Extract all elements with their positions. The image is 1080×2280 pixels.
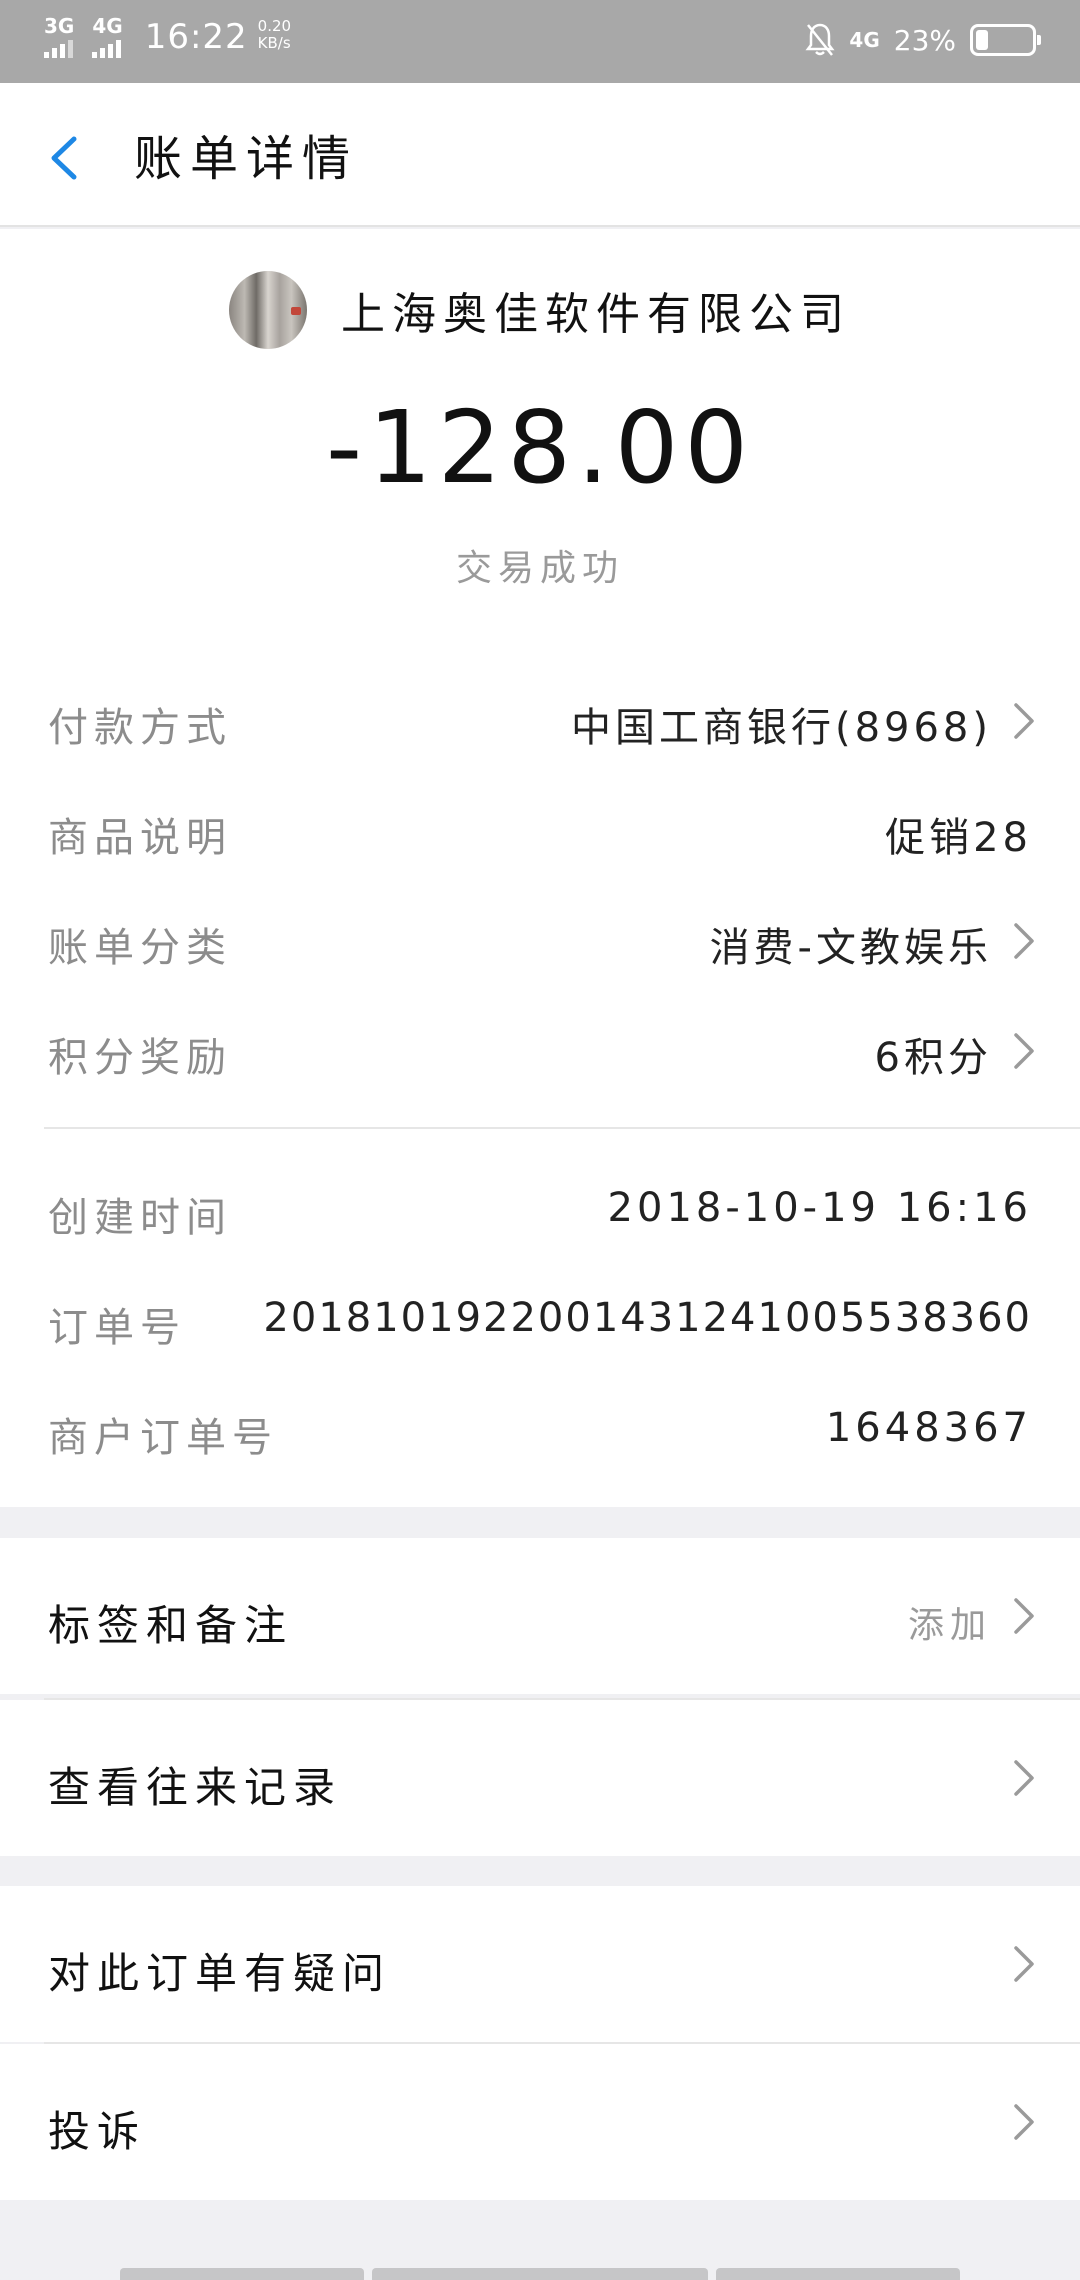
merchant-order-number-label: 商户订单号 bbox=[48, 1415, 278, 1461]
divider bbox=[44, 1127, 1080, 1129]
notification-off-icon bbox=[805, 22, 835, 58]
battery-level bbox=[976, 30, 988, 50]
order-number-row: 订单号 2018101922001431241005538360 bbox=[0, 1267, 1080, 1377]
points-reward-value: 6积分 bbox=[874, 1035, 992, 1081]
bill-category-label: 账单分类 bbox=[48, 925, 232, 971]
tags-and-notes-label: 标签和备注 bbox=[48, 1601, 294, 1650]
bill-category-value: 消费-文教娱乐 bbox=[709, 925, 992, 971]
points-reward-label: 积分奖励 bbox=[48, 1035, 232, 1081]
merchant-row: 上海奥佳软件有限公司 bbox=[0, 271, 1080, 349]
tags-and-notes-row[interactable]: 标签和备注 添加 bbox=[0, 1538, 1080, 1694]
merchant-avatar bbox=[229, 271, 307, 349]
created-time-row: 创建时间 2018-10-19 16:16 bbox=[0, 1157, 1080, 1267]
nav-bar-center[interactable] bbox=[372, 2268, 708, 2280]
divider bbox=[44, 2042, 1080, 2044]
points-reward-row[interactable]: 积分奖励 6积分 bbox=[0, 997, 1080, 1107]
battery-percent: 23% bbox=[893, 23, 956, 57]
chevron-right-icon bbox=[1014, 2104, 1034, 2140]
chevron-right-icon bbox=[1014, 1760, 1034, 1796]
divider bbox=[44, 1698, 1080, 1700]
page-title: 账单详情 bbox=[134, 131, 359, 187]
payment-method-row[interactable]: 付款方式 中国工商银行(8968) bbox=[0, 667, 1080, 777]
status-bar: 3G 4G 16:22 0.20 KB/s 4G 23% bbox=[0, 0, 1080, 83]
signal-4g-icon: 4G bbox=[92, 14, 123, 58]
created-time-label: 创建时间 bbox=[48, 1195, 232, 1241]
nav-bar-left[interactable] bbox=[120, 2268, 364, 2280]
order-question-row[interactable]: 对此订单有疑问 bbox=[0, 1886, 1080, 2042]
battery-icon bbox=[970, 24, 1041, 56]
add-tag-hint: 添加 bbox=[907, 1605, 992, 1646]
order-number-label: 订单号 bbox=[48, 1305, 186, 1351]
merchant-order-number-value: 1648367 bbox=[825, 1405, 1032, 1451]
chevron-right-icon bbox=[1014, 1598, 1034, 1634]
product-description-row: 商品说明 促销28 bbox=[0, 777, 1080, 887]
network-type-right: 4G bbox=[849, 28, 880, 52]
created-time-value: 2018-10-19 16:16 bbox=[607, 1185, 1032, 1231]
view-history-label: 查看往来记录 bbox=[48, 1763, 343, 1812]
transaction-status: 交易成功 bbox=[455, 548, 624, 589]
speed-unit: KB/s bbox=[257, 34, 291, 52]
nav-bar-right[interactable] bbox=[716, 2268, 960, 2280]
chevron-left-icon bbox=[51, 136, 77, 180]
chevron-right-icon bbox=[1014, 1946, 1034, 1982]
merchant-order-number-row: 商户订单号 1648367 bbox=[0, 1377, 1080, 1487]
complaint-row[interactable]: 投诉 bbox=[0, 2044, 1080, 2200]
order-number-value: 2018101922001431241005538360 bbox=[263, 1295, 1032, 1341]
signal-3g-icon: 3G bbox=[44, 16, 74, 58]
view-history-row[interactable]: 查看往来记录 bbox=[0, 1700, 1080, 1856]
transaction-amount: -128.00 bbox=[326, 389, 754, 506]
product-description-label: 商品说明 bbox=[48, 815, 232, 861]
app-header: 账单详情 bbox=[0, 83, 1080, 227]
clock: 16:22 bbox=[144, 17, 248, 57]
product-description-value: 促销28 bbox=[885, 815, 1032, 861]
merchant-name: 上海奥佳软件有限公司 bbox=[341, 289, 851, 340]
bill-category-row[interactable]: 账单分类 消费-文教娱乐 bbox=[0, 887, 1080, 997]
payment-method-value: 中国工商银行(8968) bbox=[570, 705, 992, 751]
chevron-right-icon bbox=[1014, 923, 1034, 959]
network-type-1: 3G bbox=[44, 14, 75, 38]
network-type-2: 4G bbox=[92, 14, 123, 38]
bill-summary: 上海奥佳软件有限公司 -128.00 交易成功 付款方式 中国工商银行(8968… bbox=[0, 229, 1080, 1507]
chevron-right-icon bbox=[1014, 703, 1034, 739]
complaint-label: 投诉 bbox=[48, 2107, 147, 2156]
chevron-right-icon bbox=[1014, 1033, 1034, 1069]
order-question-label: 对此订单有疑问 bbox=[48, 1949, 392, 1998]
payment-method-label: 付款方式 bbox=[48, 705, 232, 751]
network-speed: 0.20 KB/s bbox=[258, 18, 291, 52]
speed-value: 0.20 bbox=[257, 17, 292, 35]
back-button[interactable] bbox=[40, 123, 100, 193]
